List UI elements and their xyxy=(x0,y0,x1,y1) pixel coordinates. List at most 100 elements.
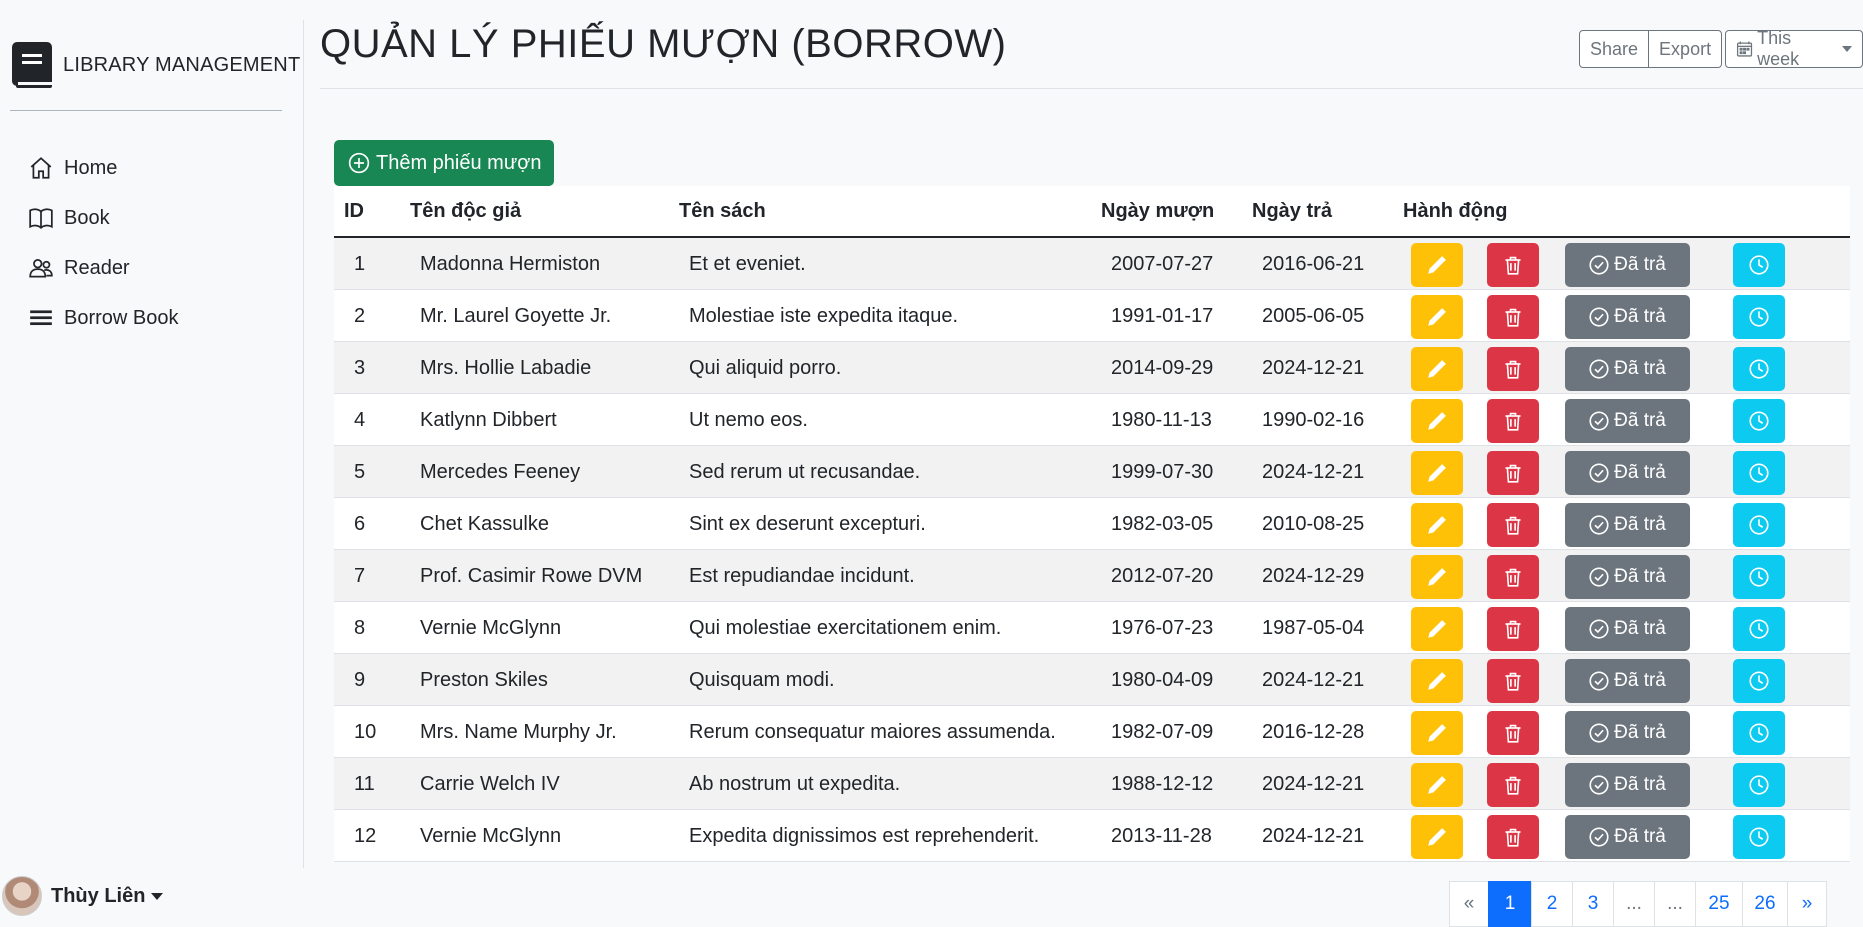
returned-button[interactable]: Đã trả xyxy=(1565,399,1690,443)
cell-id: 2 xyxy=(354,305,366,327)
cell-id: 9 xyxy=(354,669,366,691)
delete-button[interactable] xyxy=(1487,555,1539,599)
edit-button[interactable] xyxy=(1411,295,1463,339)
cell-reader: Mrs. Name Murphy Jr. xyxy=(420,721,617,743)
returned-label: Đã trả xyxy=(1614,826,1666,847)
cell-id: 5 xyxy=(354,461,366,483)
delete-button[interactable] xyxy=(1487,763,1539,807)
cell-book: Quisquam modi. xyxy=(689,669,835,691)
history-button[interactable] xyxy=(1733,451,1785,495)
trash-icon xyxy=(1505,464,1521,483)
sidebar-item-book[interactable]: Book xyxy=(28,193,179,243)
history-button[interactable] xyxy=(1733,555,1785,599)
page-link[interactable]: 25 xyxy=(1695,881,1743,927)
clock-icon xyxy=(1749,567,1769,587)
sidebar: LIBRARY MANAGEMENT Home Book Reader Borr… xyxy=(0,0,304,927)
delete-button[interactable] xyxy=(1487,659,1539,703)
share-button[interactable]: Share xyxy=(1579,30,1650,68)
trash-icon xyxy=(1505,412,1521,431)
sidebar-item-label: Reader xyxy=(64,256,130,279)
edit-button[interactable] xyxy=(1411,659,1463,703)
edit-button[interactable] xyxy=(1411,451,1463,495)
cell-reader: Prof. Casimir Rowe DVM xyxy=(420,565,643,587)
delete-button[interactable] xyxy=(1487,243,1539,287)
returned-button[interactable]: Đã trả xyxy=(1565,503,1690,547)
page-link[interactable]: 26 xyxy=(1742,881,1788,927)
edit-button[interactable] xyxy=(1411,243,1463,287)
user-menu[interactable]: Thùy Liên xyxy=(2,876,164,916)
history-button[interactable] xyxy=(1733,243,1785,287)
people-icon xyxy=(29,259,53,278)
returned-label: Đã trả xyxy=(1614,774,1666,795)
history-button[interactable] xyxy=(1733,503,1785,547)
returned-button[interactable]: Đã trả xyxy=(1565,659,1690,703)
column-header-actions: Hành động xyxy=(1403,200,1508,222)
edit-button[interactable] xyxy=(1411,607,1463,651)
returned-button[interactable]: Đã trả xyxy=(1565,763,1690,807)
cell-book: Ab nostrum ut expedita. xyxy=(689,773,901,795)
edit-button[interactable] xyxy=(1411,503,1463,547)
returned-button[interactable]: Đã trả xyxy=(1565,815,1690,859)
trash-icon xyxy=(1505,620,1521,639)
delete-button[interactable] xyxy=(1487,607,1539,651)
history-button[interactable] xyxy=(1733,815,1785,859)
history-button[interactable] xyxy=(1733,295,1785,339)
cell-borrow-date: 1999-07-30 xyxy=(1111,461,1214,483)
delete-button[interactable] xyxy=(1487,815,1539,859)
returned-button[interactable]: Đã trả xyxy=(1565,711,1690,755)
page-link[interactable]: 1 xyxy=(1488,881,1532,927)
sidebar-item-home[interactable]: Home xyxy=(28,143,179,193)
edit-button[interactable] xyxy=(1411,399,1463,443)
delete-button[interactable] xyxy=(1487,399,1539,443)
cell-id: 3 xyxy=(354,357,366,379)
cell-due-date: 1990-02-16 xyxy=(1262,409,1365,431)
returned-button[interactable]: Đã trả xyxy=(1565,243,1690,287)
cell-due-date: 2016-06-21 xyxy=(1262,253,1365,275)
returned-button[interactable]: Đã trả xyxy=(1565,451,1690,495)
delete-button[interactable] xyxy=(1487,347,1539,391)
page-link[interactable]: 3 xyxy=(1572,881,1614,927)
edit-button[interactable] xyxy=(1411,347,1463,391)
this-week-dropdown[interactable]: This week xyxy=(1725,28,1863,69)
cell-book: Sed rerum ut recusandae. xyxy=(689,461,921,483)
edit-button[interactable] xyxy=(1411,815,1463,859)
clock-icon xyxy=(1749,411,1769,431)
pencil-icon xyxy=(1428,360,1446,378)
table-row: 4 Katlynn Dibbert Ut nemo eos. 1980-11-1… xyxy=(334,394,1850,446)
delete-button[interactable] xyxy=(1487,711,1539,755)
clock-icon xyxy=(1749,827,1769,847)
export-button[interactable]: Export xyxy=(1649,30,1723,68)
delete-button[interactable] xyxy=(1487,451,1539,495)
brand[interactable]: LIBRARY MANAGEMENT xyxy=(10,40,300,90)
returned-button[interactable]: Đã trả xyxy=(1565,347,1690,391)
edit-button[interactable] xyxy=(1411,763,1463,807)
sidebar-item-borrow-book[interactable]: Borrow Book xyxy=(28,293,179,343)
sidebar-item-reader[interactable]: Reader xyxy=(28,243,179,293)
edit-button[interactable] xyxy=(1411,555,1463,599)
cell-borrow-date: 1976-07-23 xyxy=(1111,617,1214,639)
history-button[interactable] xyxy=(1733,711,1785,755)
cell-book: Molestiae iste expedita itaque. xyxy=(689,305,959,327)
sidebar-nav: Home Book Reader Borrow Book xyxy=(28,143,179,343)
delete-button[interactable] xyxy=(1487,503,1539,547)
cell-borrow-date: 1980-04-09 xyxy=(1111,669,1214,691)
returned-button[interactable]: Đã trả xyxy=(1565,607,1690,651)
cell-borrow-date: 2007-07-27 xyxy=(1111,253,1214,275)
history-button[interactable] xyxy=(1733,399,1785,443)
history-button[interactable] xyxy=(1733,607,1785,651)
page-link[interactable]: 2 xyxy=(1531,881,1573,927)
add-borrow-button[interactable]: Thêm phiếu mượn xyxy=(334,140,554,186)
history-button[interactable] xyxy=(1733,659,1785,703)
page-link[interactable]: » xyxy=(1787,881,1827,927)
cell-book: Rerum consequatur maiores assumenda. xyxy=(689,721,1056,743)
history-button[interactable] xyxy=(1733,763,1785,807)
cell-borrow-date: 2013-11-28 xyxy=(1111,825,1212,847)
returned-button[interactable]: Đã trả xyxy=(1565,295,1690,339)
delete-button[interactable] xyxy=(1487,295,1539,339)
history-button[interactable] xyxy=(1733,347,1785,391)
pagination: «1 2 3...... 25 26» xyxy=(1449,881,1827,927)
returned-button[interactable]: Đã trả xyxy=(1565,555,1690,599)
edit-button[interactable] xyxy=(1411,711,1463,755)
returned-label: Đã trả xyxy=(1614,618,1666,639)
returned-label: Đã trả xyxy=(1614,722,1666,743)
